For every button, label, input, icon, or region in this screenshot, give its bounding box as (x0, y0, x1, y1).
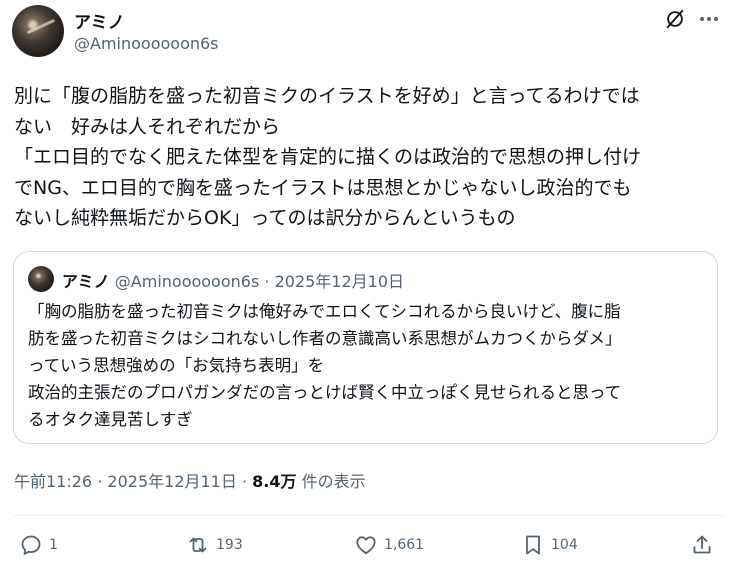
quoted-date: 2025年12月10日 (274, 272, 405, 291)
view-count: 8.4万 (252, 472, 297, 491)
quoted-text-line: るオタク達見苦しすぎ (28, 410, 193, 429)
tweet-time[interactable]: 午前11:26 (14, 472, 92, 491)
bookmark-button[interactable]: 104 (521, 531, 578, 559)
quoted-tweet-text: 「胸の脂肪を盛った初音ミクは俺好みでエロくてシコれるから良いけど、腹に脂 肪を盛… (28, 298, 708, 433)
author-avatar[interactable] (12, 5, 64, 57)
reply-count: 1 (49, 537, 58, 553)
author-name[interactable]: アミノ (74, 8, 125, 33)
share-icon (693, 535, 711, 554)
tweet-text-line: でNG、エロ目的で胸を盛ったイラストは思想とかじゃないし政治的でも (14, 176, 632, 199)
tweet-text-line: ない 好みは人それぞれだから (14, 115, 281, 138)
repost-button[interactable]: 193 (186, 531, 243, 559)
reply-button[interactable]: 1 (19, 531, 58, 559)
reply-icon (21, 535, 41, 555)
tweet-text-line: 「エロ目的でなく肥えた体型を肯定的に描くのは政治的で思想の押し付け (14, 146, 642, 168)
share-button[interactable] (690, 531, 714, 559)
like-button[interactable]: 1,661 (354, 531, 424, 559)
grok-icon[interactable] (664, 8, 686, 30)
bookmark-icon (526, 535, 540, 555)
quoted-text-line: 政治的主張だのプロパガンダだの言っとけば賢く中立っぽく見せられると思って (28, 383, 622, 402)
quoted-tweet[interactable]: アミノ @Aminoooooon6s · 2025年12月10日 「胸の脂肪を盛… (13, 251, 718, 444)
divider (13, 515, 724, 516)
quoted-text-line: 肪を盛った初音ミクはシコれないし作者の意識高い系思想がムカつくからダメ」 (28, 329, 622, 348)
quoted-tweet-header: アミノ @Aminoooooon6s · 2025年12月10日 (62, 268, 404, 292)
tweet-meta: 午前11:26 · 2025年12月11日 · 8.4万 件の表示 (14, 468, 366, 492)
tweet-text: 別に「腹の脂肪を盛った初音ミクのイラストを好め」と言ってるわけでは ない 好みは… (14, 81, 726, 234)
quoted-text-line: っていう思想強めの「お気持ち表明」を (28, 356, 325, 375)
meta-separator: · (97, 472, 103, 491)
quoted-text-line: 「胸の脂肪を盛った初音ミクは俺好みでエロくてシコれるから良いけど、腹に脂 (28, 302, 621, 321)
bookmark-count: 104 (551, 537, 578, 553)
tweet-text-line: 別に「腹の脂肪を盛った初音ミクのイラストを好め」と言ってるわけでは (14, 85, 640, 107)
quoted-separator: · (264, 272, 270, 291)
tweet-text-line: ないし純粋無垢だからOK」ってのは訳分からんというもの (14, 207, 516, 229)
repost-icon (189, 537, 207, 553)
quoted-author-avatar (28, 266, 54, 292)
quoted-author-name: アミノ (62, 272, 110, 291)
meta-separator: · (241, 472, 248, 491)
heart-icon (356, 536, 376, 555)
quoted-author-handle: @Aminoooooon6s (114, 272, 260, 291)
repost-count: 193 (216, 537, 243, 553)
like-count: 1,661 (384, 537, 425, 553)
author-handle[interactable]: @Aminoooooon6s (74, 34, 219, 53)
more-icon[interactable] (697, 8, 721, 30)
tweet-date[interactable]: 2025年12月11日 (107, 472, 236, 491)
view-label: 件の表示 (301, 472, 366, 491)
